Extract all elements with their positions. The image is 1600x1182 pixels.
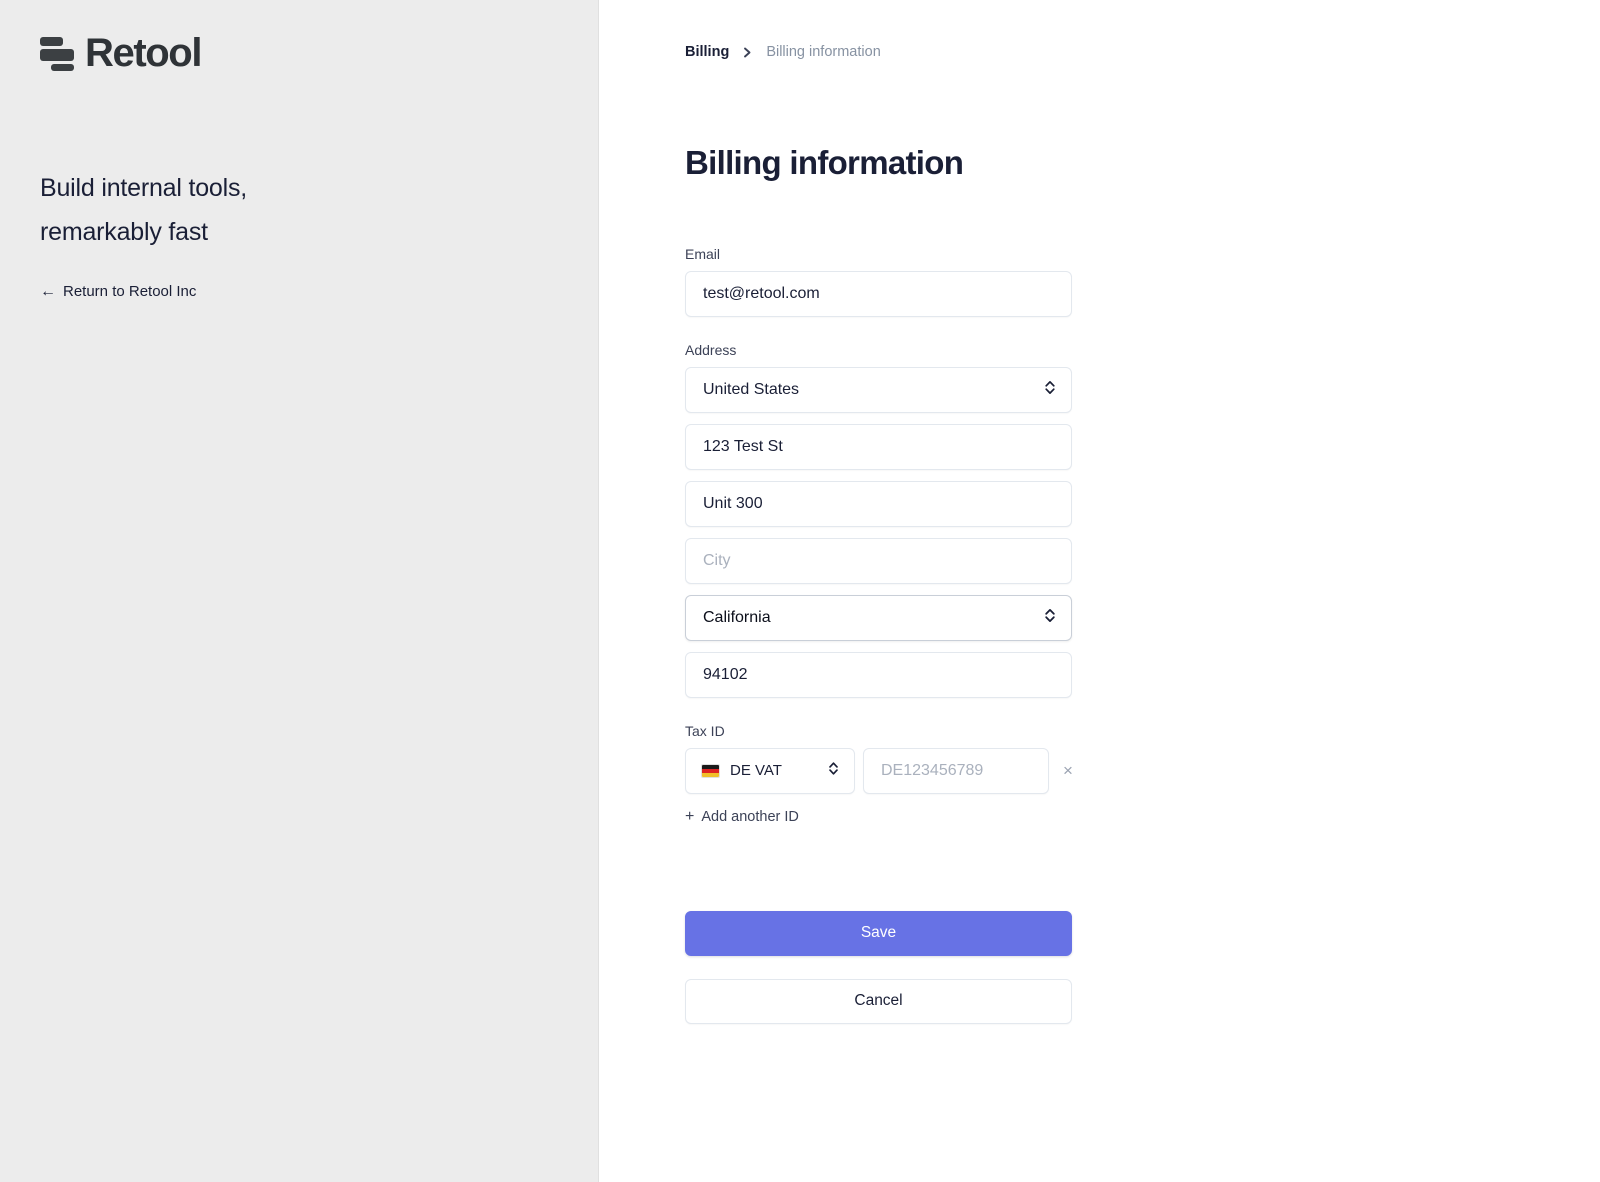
billing-form-panel: Billing Billing information Billing info… — [599, 0, 1600, 1182]
email-input[interactable] — [685, 270, 1072, 317]
page-title: Billing information — [685, 144, 964, 181]
breadcrumb-item-billing[interactable]: Billing — [685, 44, 729, 60]
state-select-value: California — [685, 594, 1072, 641]
tax-id-field-group: Tax ID DE VAT DE123456789 × + Add anothe… — [685, 722, 1073, 826]
tax-id-type-value: DE VAT — [730, 762, 782, 780]
breadcrumb-item-current: Billing information — [766, 44, 881, 60]
close-icon[interactable]: × — [1063, 760, 1073, 782]
tax-id-number-input[interactable] — [863, 747, 1049, 794]
flag-de-icon — [701, 763, 720, 778]
tagline-line-2: remarkably fast — [40, 218, 208, 246]
tax-id-row: DE VAT × — [685, 747, 1073, 794]
retool-brand: Retool — [40, 31, 202, 75]
billing-form: Email Address United States — [685, 246, 1073, 1024]
postal-code-input[interactable] — [685, 651, 1072, 698]
tax-id-number-wrap — [863, 747, 1049, 794]
email-label: Email — [685, 245, 721, 262]
add-another-id-button[interactable]: + Add another ID — [685, 807, 799, 825]
country-select[interactable]: United States — [685, 366, 1072, 413]
tax-id-type-value-wrap: DE VAT — [685, 747, 855, 794]
tax-id-label: Tax ID — [685, 722, 725, 739]
cancel-button[interactable]: Cancel — [685, 978, 1072, 1024]
chevron-right-icon — [742, 46, 753, 59]
save-button[interactable]: Save — [685, 910, 1072, 956]
return-link-label: Return to Retool Inc — [63, 283, 197, 300]
billing-page: Retool Build internal tools, remarkably … — [0, 0, 1600, 1182]
tax-id-type-select[interactable]: DE VAT — [685, 747, 855, 794]
promo-tagline: Build internal tools, remarkably fast — [40, 166, 500, 254]
country-select-value: United States — [685, 366, 1072, 413]
add-another-id-label: Add another ID — [701, 808, 799, 825]
left-promo-panel: Retool Build internal tools, remarkably … — [0, 0, 599, 1182]
retool-logo-icon — [40, 32, 74, 74]
breadcrumb: Billing Billing information — [685, 44, 1072, 60]
address-field-group: Address United States 123 Test St Unit 3… — [685, 342, 1072, 698]
address-label: Address — [685, 341, 737, 358]
form-actions: Save Cancel — [685, 910, 1072, 1024]
brand-name: Retool — [85, 31, 202, 75]
plus-icon: + — [685, 807, 695, 825]
state-select[interactable]: California — [685, 594, 1072, 641]
arrow-left-icon: ← — [40, 282, 56, 300]
tagline-line-1: Build internal tools, — [40, 174, 248, 202]
address-line1-input[interactable] — [685, 423, 1072, 470]
address-line2-input[interactable] — [685, 480, 1072, 527]
email-field-group: Email — [685, 246, 1072, 317]
city-input[interactable] — [685, 537, 1072, 584]
return-to-org-link[interactable]: ← Return to Retool Inc — [40, 283, 196, 300]
